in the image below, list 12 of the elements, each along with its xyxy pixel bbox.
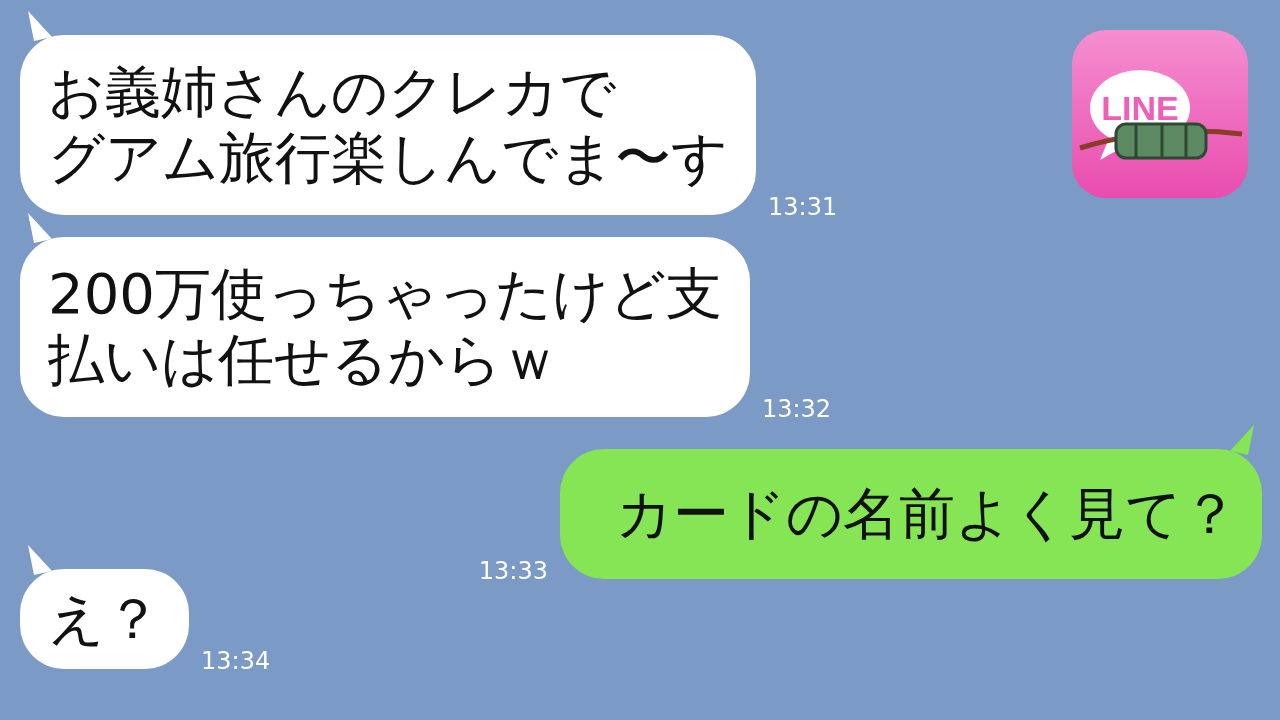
message-text: お義姉さんのクレカで: [48, 59, 617, 125]
message-text: カードの名前よく見て？: [616, 481, 1238, 547]
message-text: グアム旅行楽しんでま〜す: [48, 125, 728, 191]
message-text: 200万使っちゃったけど支: [48, 261, 722, 327]
logo-text: LINE: [1101, 89, 1179, 127]
message-time: 13:34: [201, 647, 271, 675]
message-text: 払いは任せるからｗ: [48, 327, 559, 393]
message-time: 13:33: [478, 557, 548, 585]
message-text: え？: [48, 586, 161, 652]
app-icon: [1072, 30, 1248, 198]
message-time: 13:31: [768, 193, 838, 221]
message-time: 13:32: [761, 395, 832, 423]
